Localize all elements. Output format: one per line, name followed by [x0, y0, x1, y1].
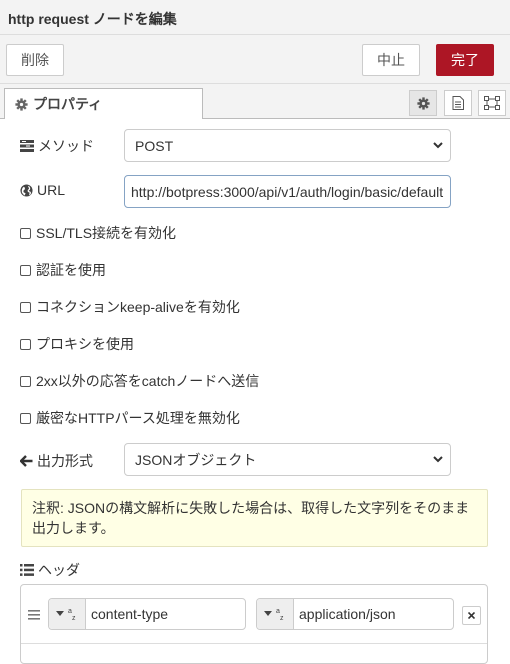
- strict-parse-checkbox[interactable]: [20, 412, 31, 424]
- arrow-left-icon: [20, 455, 33, 467]
- string-type-icon: a z: [68, 608, 76, 621]
- checkbox-row-auth[interactable]: 認証を使用: [20, 260, 106, 280]
- keepalive-checkbox-label: コネクションkeep-aliveを有効化: [36, 299, 240, 315]
- proxy-checkbox[interactable]: [20, 338, 31, 350]
- chevron-down-icon: [433, 142, 443, 149]
- svg-text:z: z: [72, 615, 76, 621]
- tls-checkbox-label: SSL/TLS接続を有効化: [36, 225, 177, 241]
- keepalive-checkbox[interactable]: [20, 301, 31, 313]
- dialog-title: http request ノードを編集: [8, 11, 177, 27]
- url-input[interactable]: http://botpress:3000/api/v1/auth/login/b…: [124, 175, 451, 208]
- checkbox-row-proxy[interactable]: プロキシを使用: [20, 334, 134, 354]
- auth-checkbox-label: 認証を使用: [36, 262, 106, 278]
- header-value-input[interactable]: a z application/json: [256, 598, 454, 630]
- delete-button[interactable]: 削除: [6, 44, 64, 76]
- header-key-input[interactable]: a z content-type: [48, 598, 246, 630]
- svg-text:a: a: [68, 608, 72, 615]
- appearance-icon: [484, 96, 500, 110]
- dialog-toolbar: 削除 中止 完了: [0, 35, 510, 84]
- gear-icon: [15, 97, 28, 111]
- proxy-checkbox-label: プロキシを使用: [36, 336, 134, 352]
- url-label: URL: [37, 182, 66, 198]
- checkbox-row-tls[interactable]: SSL/TLS接続を有効化: [20, 223, 176, 243]
- tasks-icon: [20, 140, 34, 152]
- globe-icon: [20, 183, 33, 197]
- output-label: 出力形式: [37, 453, 93, 469]
- tab-bar: プロパティ: [0, 84, 510, 119]
- svg-text:a: a: [276, 608, 280, 615]
- close-icon: [468, 612, 475, 619]
- dialog-titlebar: http request ノードを編集: [0, 0, 510, 35]
- gear-icon: [416, 96, 430, 110]
- checkbox-row-catch[interactable]: 2xx以外の応答をcatchノードへ送信: [20, 371, 259, 391]
- output-value: JSONオブジェクト: [135, 451, 257, 468]
- tab-button-appearance[interactable]: [478, 90, 506, 116]
- url-label-row: URL: [20, 182, 65, 198]
- output-select[interactable]: JSONオブジェクト: [124, 443, 451, 476]
- headers-label: ヘッダ: [38, 562, 80, 578]
- auth-checkbox[interactable]: [20, 264, 31, 276]
- tls-checkbox[interactable]: [20, 227, 31, 239]
- headers-list: a z content-type a z application/json: [20, 584, 488, 664]
- header-value-value: application/json: [299, 606, 396, 622]
- method-select[interactable]: POST: [124, 129, 451, 162]
- header-key-value: content-type: [91, 606, 169, 622]
- method-value: POST: [135, 137, 174, 154]
- description-icon: [452, 96, 464, 110]
- caret-down-icon: [56, 611, 64, 616]
- remove-header-button[interactable]: [462, 606, 481, 625]
- catch-checkbox-label: 2xx以外の応答をcatchノードへ送信: [36, 373, 260, 389]
- catch-checkbox[interactable]: [20, 375, 31, 387]
- output-label-row: 出力形式: [20, 451, 93, 471]
- method-label: メソッド: [38, 138, 94, 154]
- svg-text:z: z: [280, 615, 284, 621]
- caret-down-icon: [264, 611, 272, 616]
- string-type-icon: a z: [276, 608, 284, 621]
- list-icon: [20, 564, 34, 576]
- headers-label-row: ヘッダ: [20, 560, 80, 580]
- chevron-down-icon: [433, 456, 443, 463]
- checkbox-row-strict-parse[interactable]: 厳密なHTTPパース処理を無効化: [20, 408, 240, 428]
- tab-button-properties[interactable]: [409, 90, 437, 116]
- type-selector[interactable]: a z: [257, 599, 294, 629]
- method-label-row: メソッド: [20, 136, 94, 156]
- tab-properties-label: プロパティ: [33, 96, 103, 112]
- tab-properties[interactable]: プロパティ: [4, 88, 203, 119]
- json-parse-tip: 注釈: JSONの構文解析に失敗した場合は、取得した文字列をそのまま出力します。: [21, 489, 488, 547]
- checkbox-row-keepalive[interactable]: コネクションkeep-aliveを有効化: [20, 297, 240, 317]
- tab-button-description[interactable]: [444, 90, 472, 116]
- strict-parse-checkbox-label: 厳密なHTTPパース処理を無効化: [36, 410, 240, 426]
- drag-handle-icon[interactable]: [28, 610, 40, 620]
- done-button[interactable]: 完了: [436, 44, 494, 76]
- type-selector[interactable]: a z: [49, 599, 86, 629]
- header-row: a z content-type a z application/json: [21, 585, 487, 644]
- cancel-button[interactable]: 中止: [362, 44, 420, 76]
